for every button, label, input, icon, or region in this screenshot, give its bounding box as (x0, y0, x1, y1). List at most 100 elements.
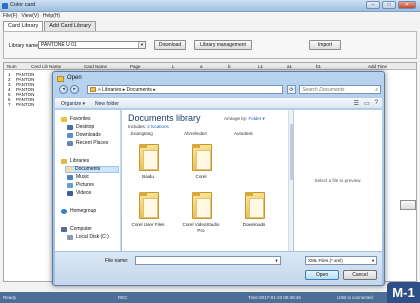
status-bar: Ready REC Time:2017-01-23 09:49:45 USB i… (0, 292, 420, 303)
model-badge: M-1 (387, 282, 420, 303)
address-bar-row: ◂ ▸ » Libraries ▸ Documents ▸ ⟳ Search D… (59, 85, 381, 95)
downloads-icon (67, 133, 73, 138)
side-button[interactable] (400, 200, 416, 210)
nav-label: Local Disk (C:) (76, 234, 109, 240)
nav-computer[interactable]: Computer (61, 226, 92, 233)
col-a: a (200, 64, 203, 69)
folder-name: Corel (195, 174, 207, 179)
col-a1: a1 (287, 64, 293, 69)
folder-item[interactable]: Corel (181, 142, 221, 188)
table-header: Num Card Lib Name Card Name Page L a b L… (4, 63, 416, 70)
folder-icon (139, 192, 159, 219)
dialog-title: Open (67, 75, 82, 81)
folder-icon (139, 144, 159, 171)
nav-recent-places[interactable]: Recent Places (67, 140, 108, 147)
preview-pane: Select a file to preview. (294, 110, 382, 251)
col-name: Name (49, 64, 62, 69)
open-button[interactable]: Open (305, 270, 339, 280)
nav-desktop[interactable]: Desktop (67, 124, 94, 131)
minimize-button[interactable]: – (366, 1, 380, 9)
desktop-icon (67, 125, 73, 130)
col-card-name: Card Name (84, 64, 108, 69)
folder-icon (245, 192, 265, 219)
documents-icon (66, 167, 72, 172)
nav-label: Homegroup (70, 208, 97, 214)
folder-label-partial[interactable]: Jixiangtang (130, 131, 153, 136)
scrollbar-thumb[interactable] (290, 124, 293, 180)
nav-videos[interactable]: Videos (67, 190, 91, 197)
close-button[interactable]: ✕ (398, 1, 416, 9)
row-num: 7 (8, 102, 11, 107)
library-management-button[interactable]: Library management (194, 40, 252, 50)
videos-icon (67, 191, 73, 196)
col-add-time: Add Time (368, 64, 388, 69)
row-lib: PANTON (16, 102, 35, 107)
menu-file[interactable]: File(F) (3, 12, 17, 20)
folder-name: Baidu (142, 174, 154, 179)
folder-item[interactable]: Corel VideoStudio Pro (181, 190, 221, 236)
command-bar: Organize ▾ New folder ☰ ▭ ? (55, 97, 382, 109)
nav-documents[interactable]: Documents (65, 166, 119, 173)
maximize-button[interactable]: □ (382, 1, 396, 9)
breadcrumb: » Libraries ▸ Documents ▸ (98, 87, 156, 93)
forward-button[interactable]: ▸ (70, 85, 79, 94)
folder-name: Downloads (242, 222, 266, 227)
navigation-pane: Favorites Desktop Downloads Recent Place… (55, 110, 121, 251)
folder-item[interactable]: Downloads (234, 190, 274, 236)
preview-pane-icon[interactable]: ▭ (364, 100, 370, 107)
file-list-pane: Documents library Includes: 2 locations … (122, 110, 288, 251)
file-name-label: File name: (105, 258, 129, 264)
import-button[interactable]: Import (309, 40, 341, 50)
menu-help[interactable]: Help(H) (43, 12, 60, 20)
recent-icon (67, 141, 73, 146)
folder-label-partial[interactable]: Autodesk (234, 131, 253, 136)
search-input[interactable]: Search Documents ⌕ (299, 85, 381, 94)
back-button[interactable]: ◂ (59, 85, 68, 94)
nav-music[interactable]: Music (67, 174, 89, 181)
arrange-by-dropdown[interactable]: Folder ▾ (249, 116, 265, 121)
nav-label: Recent Places (76, 140, 109, 146)
nav-label: Favorites (70, 116, 91, 122)
search-icon: ⌕ (375, 87, 378, 93)
nav-downloads[interactable]: Downloads (67, 132, 101, 139)
folder-label-partial[interactable]: Ahrrelinden (184, 131, 207, 136)
view-options-icon[interactable]: ☰ (354, 100, 359, 107)
nav-pictures[interactable]: Pictures (67, 182, 94, 189)
download-button[interactable]: Download (154, 40, 186, 50)
tab-card-library[interactable]: Card Library (3, 21, 44, 31)
locations-link[interactable]: 2 locations (147, 124, 169, 129)
libraries-icon (61, 159, 67, 164)
library-select[interactable]: PANTONE U 01 ▼ (38, 41, 146, 49)
file-list-scrollbar[interactable] (288, 110, 293, 251)
nav-local-disk[interactable]: Local Disk (C:) (67, 234, 109, 241)
folder-icon (57, 76, 64, 82)
file-name-input[interactable]: ▼ (135, 256, 281, 265)
col-l1: L1 (258, 64, 264, 69)
tab-add-card-library[interactable]: Add Card Library (44, 21, 96, 31)
dialog-footer: File name: ▼ XML Files (*.xml) ▼ Open Ca… (55, 252, 382, 285)
chevron-down-icon[interactable]: ▼ (273, 257, 280, 264)
help-icon[interactable]: ? (375, 100, 378, 107)
refresh-button[interactable]: ⟳ (287, 85, 296, 94)
nav-libraries[interactable]: Libraries (61, 158, 89, 165)
col-b1: b1 (316, 64, 322, 69)
status-rec: REC (118, 295, 128, 300)
file-type-select[interactable]: XML Files (*.xml) ▼ (305, 256, 377, 265)
organize-menu[interactable]: Organize ▾ (61, 98, 85, 110)
folder-item[interactable]: Corel User Files (128, 190, 168, 236)
nav-homegroup[interactable]: Homegroup (61, 208, 96, 215)
cancel-button[interactable]: Cancel (343, 270, 377, 280)
new-folder-button[interactable]: New folder (95, 98, 119, 110)
chevron-down-icon: ▼ (371, 258, 375, 263)
col-num: Num (7, 64, 17, 69)
computer-icon (61, 227, 67, 232)
chevron-down-icon: ▼ (138, 42, 145, 48)
nav-favorites[interactable]: Favorites (61, 116, 91, 123)
app-titlebar: Color card – □ ✕ (0, 0, 420, 12)
app-logo-icon (2, 3, 8, 9)
menu-view[interactable]: View(V) (21, 12, 38, 20)
address-bar[interactable]: » Libraries ▸ Documents ▸ (87, 85, 283, 94)
drive-icon (67, 235, 73, 240)
folder-item[interactable]: Baidu (128, 142, 168, 188)
file-type-value: XML Files (*.xml) (308, 258, 343, 263)
